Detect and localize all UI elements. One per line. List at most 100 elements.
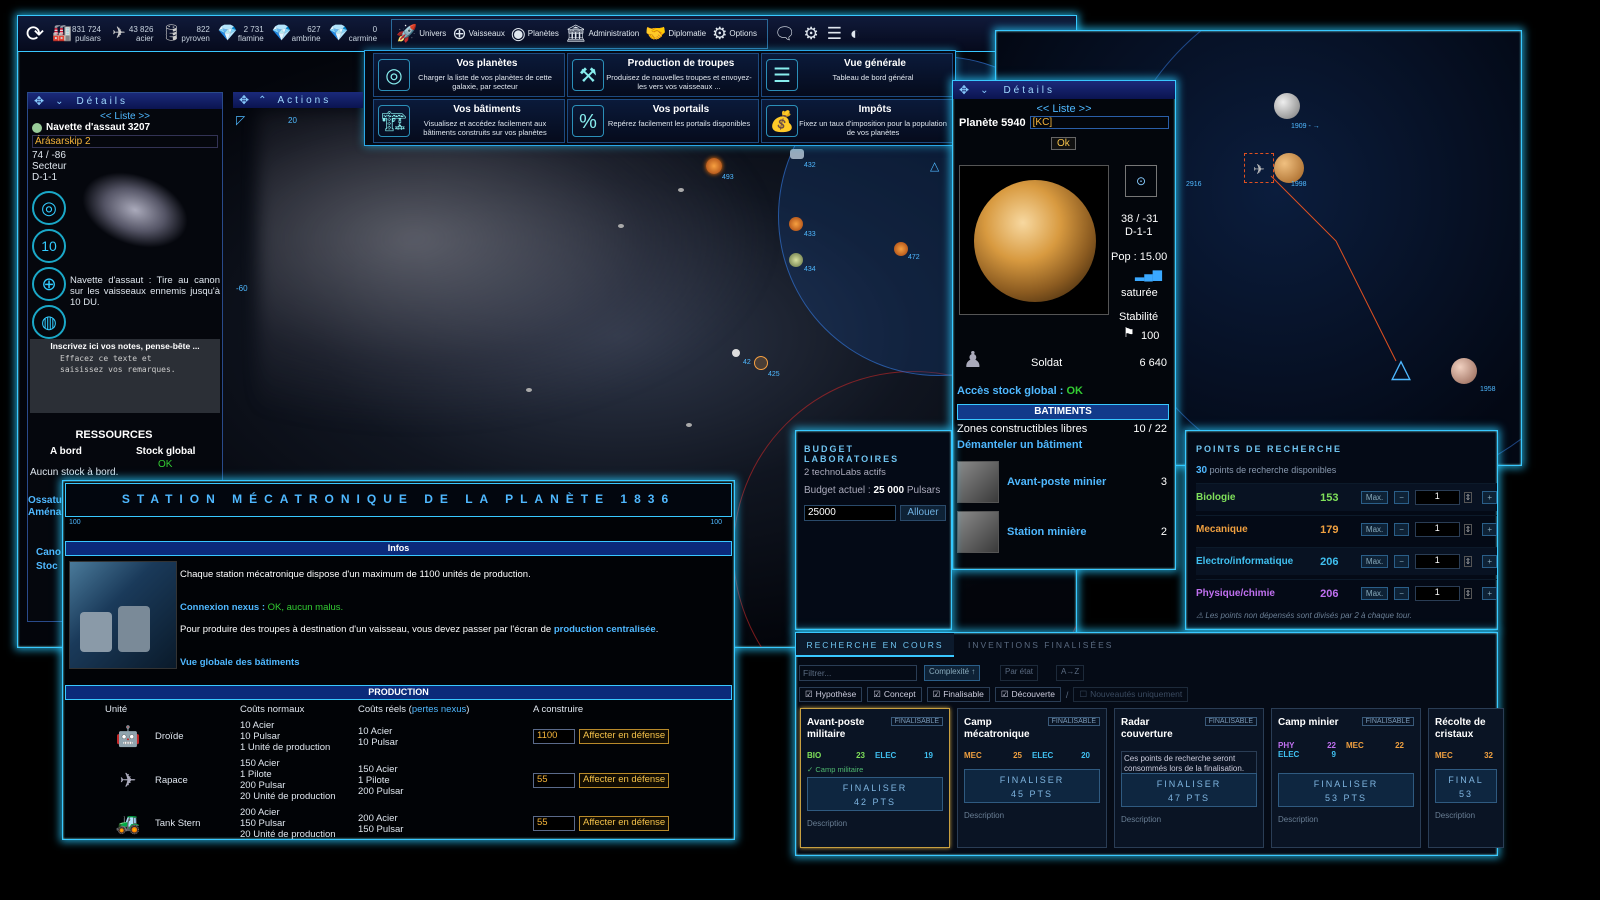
finalize-button[interactable]: FINAL 53 <box>1435 769 1497 803</box>
globe-icon[interactable]: ◐ <box>850 24 860 44</box>
tab-finalized[interactable]: INVENTIONS FINALISÉES <box>968 633 1113 657</box>
max-button[interactable]: Max. <box>1360 587 1389 600</box>
quantity-input[interactable]: 55 <box>533 772 575 788</box>
description-toggle[interactable]: Description <box>807 819 847 828</box>
map-ship[interactable] <box>790 149 804 159</box>
nav-vaisseaux[interactable]: ⊕ Vaisseaux <box>452 24 505 44</box>
minus-button[interactable]: − <box>1394 555 1409 568</box>
description-toggle[interactable]: Description <box>964 811 1004 820</box>
minus-button[interactable]: − <box>1394 491 1409 504</box>
target-icon[interactable]: ◎ <box>32 191 66 225</box>
map-planet[interactable] <box>894 242 908 256</box>
menu-item[interactable]: ◎ Vos planètes Charger la liste de vos pla… <box>373 53 565 97</box>
max-button[interactable]: Max. <box>1360 491 1389 504</box>
assign-defense-button[interactable]: Affecter en défense <box>579 772 670 788</box>
research-card[interactable]: Avant-poste militaire FINALISABLE BIO 23 ELE… <box>800 708 950 848</box>
points-qty-input[interactable]: 1 <box>1414 522 1460 537</box>
map-icon[interactable]: ◍ <box>32 305 66 339</box>
filter-input[interactable]: Filtrer... <box>799 665 917 681</box>
assign-defense-button[interactable]: Affecter en défense <box>579 816 670 831</box>
map-ship[interactable] <box>754 356 768 370</box>
plus-button[interactable]: + <box>1482 555 1497 568</box>
menu-item[interactable]: ☰ Vue générale Tableau de bord général <box>761 53 953 97</box>
state-filter-checkbox[interactable]: ☑ Découverte <box>994 687 1061 702</box>
dismantle-link[interactable]: Démanteler un bâtiment <box>957 439 1082 451</box>
plus-button[interactable]: + <box>1482 587 1497 600</box>
planet-tag-input[interactable]: [KC] <box>1029 116 1169 129</box>
ok-button[interactable]: Ok <box>1051 137 1076 150</box>
nav-administration[interactable]: 🏛 Administration <box>565 24 639 44</box>
building-name[interactable]: Station minière <box>1007 526 1161 538</box>
menu-item[interactable]: % Vos portails Repérez facilement les port… <box>567 99 759 143</box>
finalize-button[interactable]: FINALISER 47 PTS <box>1121 773 1257 807</box>
max-button[interactable]: Max. <box>1360 523 1389 536</box>
quantity-input[interactable]: 55 <box>533 816 575 831</box>
collapse-icon[interactable]: ⌄ <box>55 96 66 107</box>
sort-complexity[interactable]: Complexité ↑ <box>924 665 981 681</box>
stepper-icon[interactable]: ⇕ <box>1463 524 1473 535</box>
finalize-button[interactable]: FINALISER 45 PTS <box>964 769 1100 803</box>
buildings-overview-link[interactable]: Vue globale des bâtiments <box>180 657 299 668</box>
sort-alpha[interactable]: A→Z <box>1056 665 1085 681</box>
research-card[interactable]: Camp minier FINALISABLE PHY 22 MEC 22 ELEC 9 FIN… <box>1271 708 1421 848</box>
nav-univers[interactable]: 🚀 Univers <box>396 24 446 44</box>
research-card[interactable]: Radar couverture FINALISABLE Ces points de… <box>1114 708 1264 848</box>
state-filter-checkbox[interactable]: ☑ Concept <box>867 687 922 702</box>
list-icon[interactable]: ☰ <box>827 24 842 44</box>
network-icon[interactable]: ⚙ <box>804 24 819 44</box>
move-icon[interactable]: ✥ <box>959 83 972 97</box>
assign-defense-button[interactable]: Affecter en défense <box>579 729 670 744</box>
building-name[interactable]: Avant-poste minier <box>1007 476 1161 488</box>
tab-in-progress[interactable]: RECHERCHE EN COURS <box>796 633 954 657</box>
state-filter-checkbox[interactable]: ☑ Hypothèse <box>799 687 863 702</box>
nexus-loss-link[interactable]: pertes nexus <box>412 704 466 715</box>
plus-button[interactable]: + <box>1482 491 1497 504</box>
globe-icon[interactable]: ⊕ <box>32 267 66 301</box>
plus-button[interactable]: + <box>1482 523 1497 536</box>
central-production-link[interactable]: production centralisée <box>554 624 656 635</box>
description-toggle[interactable]: Description <box>1278 815 1318 824</box>
expand-icon[interactable]: ⌃ <box>258 95 269 106</box>
map-planet[interactable] <box>732 349 740 357</box>
building-row[interactable]: Avant-poste minier 3 <box>957 457 1167 507</box>
nav-diplomatie[interactable]: 🤝 Diplomatie <box>645 24 706 44</box>
budget-input[interactable]: 25000 <box>804 505 896 521</box>
max-button[interactable]: Max. <box>1360 555 1389 568</box>
nav-planètes[interactable]: ◉ Planètes <box>511 24 559 44</box>
description-toggle[interactable]: Description <box>1435 811 1475 820</box>
sort-state[interactable]: Par état <box>1000 665 1039 681</box>
news-only-checkbox[interactable]: ☐ Nouveautés uniquement <box>1073 687 1189 702</box>
minus-button[interactable]: − <box>1394 587 1409 600</box>
fleet-icon[interactable]: △ <box>1391 353 1411 384</box>
menu-item[interactable]: 🏗 Vos bâtiments Visualisez et accédez faci… <box>373 99 565 143</box>
refresh-icon[interactable]: ⟳ <box>18 17 52 51</box>
nav-options[interactable]: ⚙ Options <box>712 24 757 44</box>
move-icon[interactable]: ✥ <box>34 94 47 108</box>
stepper-icon[interactable]: ⇕ <box>1463 492 1473 503</box>
building-row[interactable]: Station minière 2 <box>957 507 1167 557</box>
points-qty-input[interactable]: 1 <box>1414 490 1460 505</box>
description-toggle[interactable]: Description <box>1121 815 1161 824</box>
stepper-icon[interactable]: ⇕ <box>1463 556 1473 567</box>
collapse-icon[interactable]: ⌄ <box>980 85 991 96</box>
map-planet[interactable] <box>789 253 803 267</box>
state-filter-checkbox[interactable]: ☑ Finalisable <box>926 687 990 702</box>
quantity-input[interactable]: 1100 <box>533 729 575 744</box>
notes-box[interactable]: Inscrivez ici vos notes, pense-bête ... … <box>30 339 220 413</box>
map-planet[interactable] <box>789 217 803 231</box>
speed-icon[interactable]: 10 <box>32 229 66 263</box>
move-icon[interactable]: ✥ <box>239 93 252 107</box>
map-planet[interactable] <box>706 158 722 174</box>
ship-custom-name[interactable]: Árásarskip 2 <box>32 135 218 148</box>
allocate-button[interactable]: Allouer <box>900 505 946 521</box>
list-nav[interactable]: << Liste >> <box>28 111 222 122</box>
waypoint-icon[interactable]: △ <box>930 159 939 173</box>
points-qty-input[interactable]: 1 <box>1414 554 1460 569</box>
messages-icon[interactable]: 🗨 <box>774 24 796 44</box>
finalize-button[interactable]: FINALISER 42 PTS <box>807 777 943 811</box>
map-planet[interactable] <box>1451 358 1477 384</box>
locate-icon[interactable]: ⊙ <box>1125 165 1157 197</box>
menu-item[interactable]: ⚒ Production de troupes Produisez de nouve… <box>567 53 759 97</box>
research-card[interactable]: Camp mécatronique FINALISABLE MEC 25 ELEC 20 F… <box>957 708 1107 848</box>
points-qty-input[interactable]: 1 <box>1414 586 1460 601</box>
